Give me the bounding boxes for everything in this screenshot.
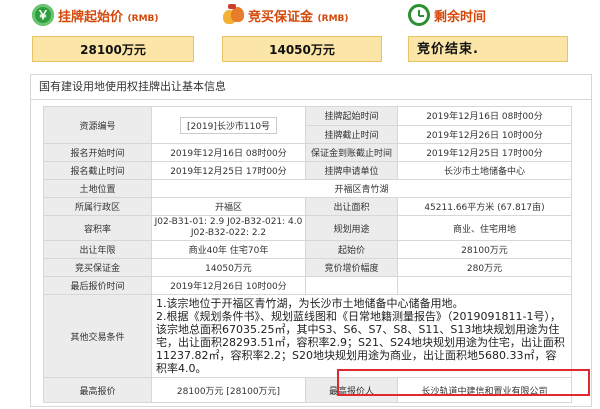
listing-start-value: 2019年12月16日 08时00分 (397, 106, 572, 126)
coin-icon (32, 4, 54, 26)
table-row: 最后报价时间 2019年12月26日 10时00分 (43, 276, 572, 295)
deposit-deadline-value: 2019年12月25日 17时00分 (397, 143, 572, 162)
deposit-card: 竞买保证金 (RMB) 14050万元 (222, 2, 382, 68)
table-row: 所属行政区 开福区 出让面积 45211.66平方米 (67.817亩) (43, 197, 572, 216)
increment-value: 280万元 (397, 258, 572, 277)
highest-quote-value: 28100万元 [28100万元] (151, 377, 306, 403)
land-info-panel: 国有建设用地使用权挂牌出让基本信息 资源编号 [2019]长沙市110号 挂牌起… (30, 74, 592, 407)
location-label: 土地位置 (43, 179, 152, 198)
table-row: 竞买保证金 14050万元 竞价增价幅度 280万元 (43, 258, 572, 277)
term-label: 出让年限 (43, 240, 152, 259)
panel-title: 国有建设用地使用权挂牌出让基本信息 (31, 75, 591, 100)
district-value: 开福区 (151, 197, 306, 216)
table-row: 其他交易条件 1.该宗地位于开福区青竹湖，为长沙市土地储备中心储备用地。 2.根… (43, 294, 572, 378)
start-price-value: 28100万元 (32, 36, 194, 62)
table-row: 报名开始时间 2019年12月16日 08时00分 保证金到账截止时间 2019… (43, 143, 572, 162)
last-quote-time-value: 2019年12月26日 10时00分 (151, 276, 306, 295)
listing-start-label: 挂牌起始时间 (305, 106, 398, 126)
start-price-cell: 28100万元 (397, 240, 572, 259)
auction-summary: 挂牌起始价 (RMB) 28100万元 竞买保证金 (RMB) 14050万元 … (0, 0, 600, 70)
term-value: 商业40年 住宅70年 (151, 240, 306, 259)
deposit-label: 竞买保证金 (43, 258, 152, 277)
deposit-deadline-label: 保证金到账截止时间 (305, 143, 398, 162)
resource-no-value: [2019]长沙市110号 (179, 116, 278, 134)
highest-bidder-value: 长沙轨道中建信和置业有限公司 (397, 377, 572, 403)
table-row: 容积率 J02-B31-01: 2.9 J02-B32-021: 4.0 J02… (43, 215, 572, 241)
table-row: 土地位置 开福区青竹湖 (43, 179, 572, 198)
listing-end-label: 挂牌截止时间 (305, 124, 398, 144)
plot-ratio-value: J02-B31-01: 2.9 J02-B32-021: 4.0 J02-B32… (151, 215, 306, 241)
remaining-time-value: 竞价结束. (408, 36, 568, 62)
planned-use-label: 规划用途 (305, 215, 398, 241)
start-price-title: 挂牌起始价 (58, 9, 124, 25)
table-row: 报名截止时间 2019年12月25日 17时00分 挂牌申请单位 长沙市土地储备… (43, 161, 572, 180)
deposit-cell: 14050万元 (151, 258, 306, 277)
table-row: 出让年限 商业40年 住宅70年 起始价 28100万元 (43, 240, 572, 259)
land-info-table: 资源编号 [2019]长沙市110号 挂牌起始时间 2019年12月16日 08… (43, 106, 572, 403)
table-row: 资源编号 [2019]长沙市110号 挂牌起始时间 2019年12月16日 08… (43, 106, 572, 144)
start-price-unit: (RMB) (127, 13, 159, 24)
listing-end-value: 2019年12月26日 10时00分 (397, 124, 572, 144)
remaining-time-card: 剩余时间 竞价结束. (408, 2, 568, 68)
deposit-title: 竞买保证金 (248, 9, 314, 25)
location-value: 开福区青竹湖 (151, 179, 572, 198)
area-value: 45211.66平方米 (67.817亩) (397, 197, 572, 216)
clock-icon (408, 4, 430, 26)
signup-end-value: 2019年12月25日 17时00分 (151, 161, 306, 180)
deposit-value: 14050万元 (222, 36, 382, 62)
increment-label: 竞价增价幅度 (305, 258, 398, 277)
other-conditions-label: 其他交易条件 (43, 294, 152, 378)
signup-start-label: 报名开始时间 (43, 143, 152, 162)
area-label: 出让面积 (305, 197, 398, 216)
start-price-label: 起始价 (305, 240, 398, 259)
planned-use-value: 商业、住宅用地 (397, 215, 572, 241)
deposit-unit: (RMB) (317, 13, 349, 24)
table-row: 最高报价 28100万元 [28100万元] 最高报价人 长沙轨道中建信和置业有… (43, 377, 572, 403)
signup-end-label: 报名截止时间 (43, 161, 152, 180)
other-conditions-line-1: 1.该宗地位于开福区青竹湖，为长沙市土地储备中心储备用地。 (156, 297, 464, 310)
other-conditions-line-2: 2.根据《规划条件书》、规划蓝线图和《日常地籍测量报告》（2019091811-… (156, 310, 565, 375)
money-bag-icon (222, 4, 244, 26)
other-conditions-value: 1.该宗地位于开福区青竹湖，为长沙市土地储备中心储备用地。 2.根据《规划条件书… (151, 294, 572, 378)
last-quote-time-label: 最后报价时间 (43, 276, 152, 295)
listing-unit-label: 挂牌申请单位 (305, 161, 398, 180)
plot-ratio-label: 容积率 (43, 215, 152, 241)
listing-unit-value: 长沙市土地储备中心 (397, 161, 572, 180)
remaining-time-title: 剩余时间 (434, 9, 487, 25)
start-price-card: 挂牌起始价 (RMB) 28100万元 (32, 2, 194, 68)
highest-quote-label: 最高报价 (43, 377, 152, 403)
highest-bidder-label: 最高报价人 (305, 377, 398, 403)
resource-no-label: 资源编号 (43, 106, 152, 144)
signup-start-value: 2019年12月16日 08时00分 (151, 143, 306, 162)
district-label: 所属行政区 (43, 197, 152, 216)
